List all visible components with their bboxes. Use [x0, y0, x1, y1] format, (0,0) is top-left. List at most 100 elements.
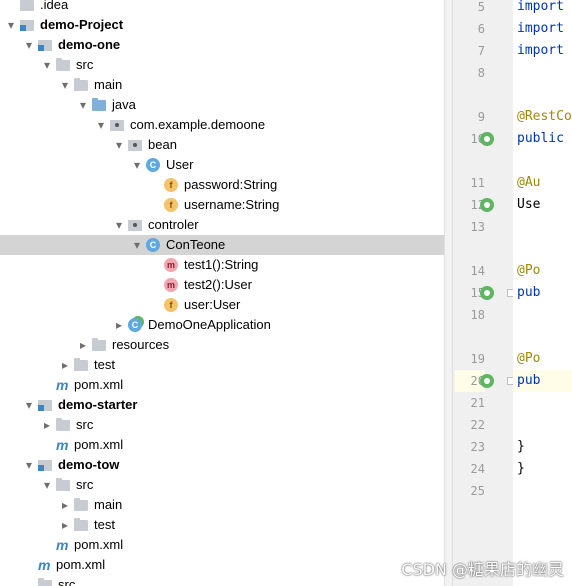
- tree-row[interactable]: ▾ src: [0, 55, 444, 75]
- tree-row[interactable]: m test1():String: [0, 255, 444, 275]
- tree-row[interactable]: ▾ demo-starter: [0, 395, 444, 415]
- chevron-down-icon[interactable]: ▾: [40, 55, 54, 75]
- chevron-down-icon[interactable]: ▾: [22, 35, 36, 55]
- line-number: 11: [470, 176, 485, 190]
- field-icon: f: [164, 298, 178, 312]
- chevron-right-icon[interactable]: ▸: [112, 315, 126, 335]
- chevron-down-icon[interactable]: ▾: [112, 215, 126, 235]
- code-line: }: [517, 439, 525, 454]
- tree-row[interactable]: ▾ C ConTeone: [0, 235, 444, 255]
- spring-bean-icon[interactable]: [480, 198, 494, 212]
- tree-row[interactable]: src: [0, 575, 444, 586]
- tree-row[interactable]: ▸ test: [0, 355, 444, 375]
- tree-row[interactable]: ▸ src: [0, 415, 444, 435]
- line-number: 7: [477, 44, 485, 58]
- tree-row[interactable]: ▾ java: [0, 95, 444, 115]
- chevron-right-icon[interactable]: ▸: [58, 495, 72, 515]
- tree-row[interactable]: ▾ src: [0, 475, 444, 495]
- tree-row[interactable]: m pom.xml: [0, 555, 444, 575]
- folder-icon: [74, 498, 88, 511]
- tree-item-label: test: [94, 357, 115, 372]
- tree-item-label: .idea: [40, 0, 69, 12]
- method-icon: m: [164, 278, 178, 292]
- line-number: 23: [470, 440, 485, 454]
- line-number: 22: [470, 418, 485, 432]
- tree-row[interactable]: f password:String: [0, 175, 444, 195]
- tree-item-label: password:String: [184, 177, 278, 192]
- tree-row[interactable]: ▸ C DemoOneApplication: [0, 315, 444, 335]
- code-line: pub: [517, 373, 541, 388]
- chevron-right-icon[interactable]: ▸: [58, 355, 72, 375]
- chevron-down-icon[interactable]: ▾: [112, 135, 126, 155]
- tree-row[interactable]: f username:String: [0, 195, 444, 215]
- tree-item-label: pom.xml: [74, 537, 124, 552]
- spring-web-icon[interactable]: [480, 286, 494, 300]
- code-line: import: [517, 43, 564, 58]
- tree-row[interactable]: ▾ demo-Project: [0, 15, 444, 35]
- tree-row[interactable]: .idea: [0, 0, 444, 15]
- tree-row[interactable]: m pom.xml: [0, 435, 444, 455]
- tree-item-label: ConTeone: [166, 237, 226, 252]
- tree-row[interactable]: ▾ com.example.demoone: [0, 115, 444, 135]
- spring-bean-icon[interactable]: [480, 132, 494, 146]
- chevron-down-icon[interactable]: ▾: [94, 115, 108, 135]
- tree-row[interactable]: ▾ C User: [0, 155, 444, 175]
- tree-item-label: demo-tow: [58, 457, 120, 472]
- code-editor[interactable]: import import import @RestCo public @Au Use …: [513, 0, 572, 586]
- tree-row[interactable]: m test2():User: [0, 275, 444, 295]
- tree-item-label: main: [94, 77, 123, 92]
- spring-web-icon[interactable]: [480, 374, 494, 388]
- tree-item-label: pom.xml: [56, 557, 106, 572]
- folder-icon: [74, 78, 88, 91]
- tree-item-label: src: [76, 417, 94, 432]
- tree-item-label: user:User: [184, 297, 241, 312]
- chevron-down-icon[interactable]: ▾: [58, 75, 72, 95]
- code-line: import: [517, 0, 564, 14]
- tree-row[interactable]: ▾ bean: [0, 135, 444, 155]
- code-line: @RestCo: [517, 109, 572, 124]
- tree-item-label: test2():User: [184, 277, 252, 292]
- line-number: 25: [470, 484, 485, 498]
- chevron-right-icon[interactable]: ▸: [58, 515, 72, 535]
- chevron-down-icon[interactable]: ▾: [4, 15, 18, 35]
- tree-row[interactable]: ▸ test: [0, 515, 444, 535]
- package-icon: [128, 140, 142, 151]
- line-number: 13: [470, 220, 485, 234]
- tree-row[interactable]: ▾ controler: [0, 215, 444, 235]
- tree-row[interactable]: ▾ demo-tow: [0, 455, 444, 475]
- chevron-down-icon[interactable]: ▾: [40, 475, 54, 495]
- tree-row[interactable]: ▾ demo-one: [0, 35, 444, 55]
- tree-row[interactable]: m pom.xml: [0, 375, 444, 395]
- code-line: public: [517, 131, 564, 146]
- tree-row[interactable]: m pom.xml: [0, 535, 444, 555]
- tree-row[interactable]: ▸ main: [0, 495, 444, 515]
- line-number: 9: [477, 110, 485, 124]
- tree-item-label: bean: [148, 137, 177, 152]
- chevron-down-icon[interactable]: ▾: [130, 155, 144, 175]
- tree-item-label: pom.xml: [74, 377, 124, 392]
- chevron-down-icon[interactable]: ▾: [130, 235, 144, 255]
- chevron-down-icon[interactable]: ▾: [76, 95, 90, 115]
- maven-icon: m: [56, 377, 69, 393]
- spring-class-icon: C: [128, 318, 142, 332]
- module-icon: [20, 20, 34, 31]
- module-icon: [38, 40, 52, 51]
- line-number: 19: [470, 352, 485, 366]
- tree-row[interactable]: ▸ resources: [0, 335, 444, 355]
- chevron-right-icon[interactable]: ▸: [40, 415, 54, 435]
- tree-row[interactable]: f user:User: [0, 295, 444, 315]
- tree-row[interactable]: ▾ main: [0, 75, 444, 95]
- chevron-down-icon[interactable]: ▾: [22, 455, 36, 475]
- chevron-down-icon[interactable]: ▾: [22, 395, 36, 415]
- module-icon: [38, 460, 52, 471]
- tree-item-label: demo-starter: [58, 397, 138, 412]
- code-line: Use: [517, 197, 541, 212]
- panel-splitter[interactable]: [444, 0, 453, 586]
- code-line: @Au: [517, 175, 541, 190]
- chevron-right-icon[interactable]: ▸: [76, 335, 90, 355]
- tree-item-label: pom.xml: [74, 437, 124, 452]
- folder-icon: [56, 58, 70, 71]
- package-icon: [110, 120, 124, 131]
- editor-gutter: 5 6 7 8 9 10 11 12 13 14 15 18 19 20 21 22 23 24 25: [453, 0, 515, 586]
- tree-item-label: test: [94, 517, 115, 532]
